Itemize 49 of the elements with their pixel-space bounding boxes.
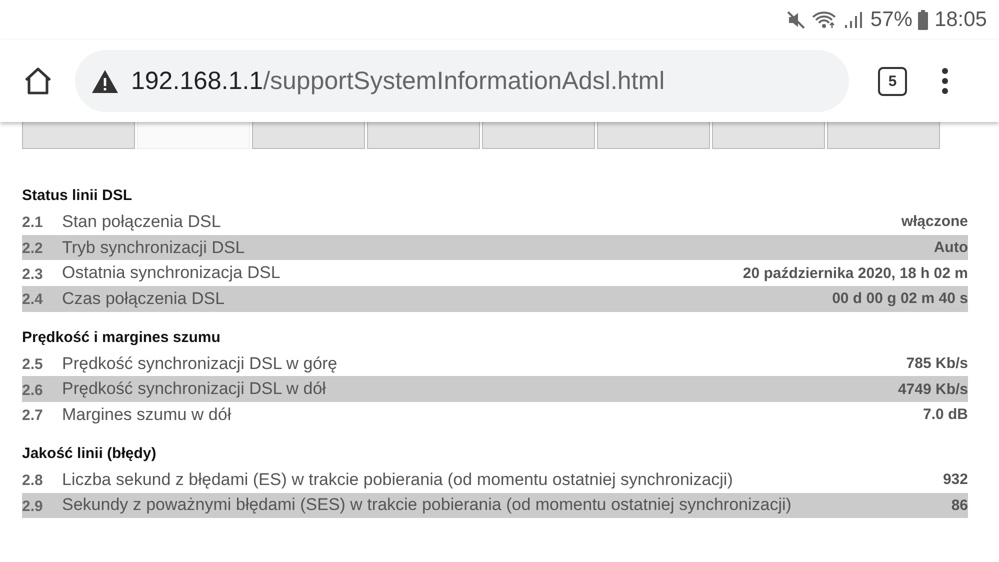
row-value: 86 — [951, 496, 968, 514]
row-number: 2.2 — [22, 239, 44, 258]
tab[interactable] — [827, 122, 940, 149]
row-label: Margines szumu w dół — [62, 404, 232, 425]
row-number: 2.3 — [22, 264, 44, 283]
signal-icon — [844, 11, 864, 29]
row-label: Sekundy z poważnymi błędami (SES) w trakcie pobierania (od momentu ostatniej synchronizacji) — [62, 495, 792, 516]
tab[interactable] — [482, 122, 595, 149]
row-value: 00 d 00 g 02 m 40 s — [832, 290, 968, 308]
tab[interactable] — [22, 122, 135, 149]
row-label: Ostatnia synchronizacja DSL — [62, 263, 282, 284]
row-value: 4749 Kb/s — [898, 380, 968, 398]
row-label: Czas połączenia DSL — [62, 288, 226, 309]
row-number: 2.6 — [22, 380, 44, 399]
row-number: 2.5 — [22, 355, 44, 374]
section-title: Status linii DSL — [22, 186, 134, 206]
row-label: Stan połączenia DSL — [62, 212, 222, 232]
row-value: 932 — [942, 471, 968, 488]
row-number: 2.7 — [22, 406, 44, 424]
address-bar[interactable]: 192.168.1.1/supportSystemInformationAdsl.html — [75, 50, 849, 112]
section-title: Prędkość i margines szumu — [22, 328, 222, 348]
row-number: 2.1 — [22, 213, 44, 232]
tab[interactable] — [712, 122, 825, 149]
row-label: Liczba sekund z błędami (ES) w trakcie pobierania (od momentu ostatniej synchronizacji) — [62, 470, 734, 490]
row-label: Tryb synchronizacji DSL — [62, 238, 246, 258]
tab[interactable] — [367, 122, 480, 149]
tab[interactable] — [597, 122, 710, 149]
row-value: włączone — [901, 213, 968, 230]
url-text: 192.168.1.1/supportSystemInformationAdsl.html — [131, 66, 665, 96]
row-label: Prędkość synchronizacji DSL w górę — [62, 354, 338, 374]
tab-count-button[interactable]: 5 — [878, 66, 907, 96]
warning-icon — [91, 68, 119, 94]
row-value: Auto — [934, 239, 968, 256]
row-number: 2.8 — [22, 471, 44, 490]
battery-percentage: 57% — [870, 8, 912, 32]
row-number: 2.9 — [22, 496, 44, 515]
row-value: 20 października 2020, 18 h 02 m — [742, 264, 968, 282]
menu-icon[interactable] — [941, 68, 949, 94]
row-label: Prędkość synchronizacji DSL w dół — [62, 379, 327, 400]
wifi-icon — [812, 11, 838, 29]
tab[interactable] — [252, 122, 365, 149]
clock: 18:05 — [934, 8, 987, 32]
row-value: 785 Kb/s — [906, 355, 968, 372]
section-title: Jakość linii (błędy) — [22, 444, 158, 464]
row-number: 2.4 — [22, 290, 44, 308]
home-icon[interactable] — [23, 67, 53, 95]
battery-icon — [918, 10, 928, 30]
mute-icon — [786, 11, 806, 29]
row-value: 7.0 dB — [922, 406, 968, 424]
